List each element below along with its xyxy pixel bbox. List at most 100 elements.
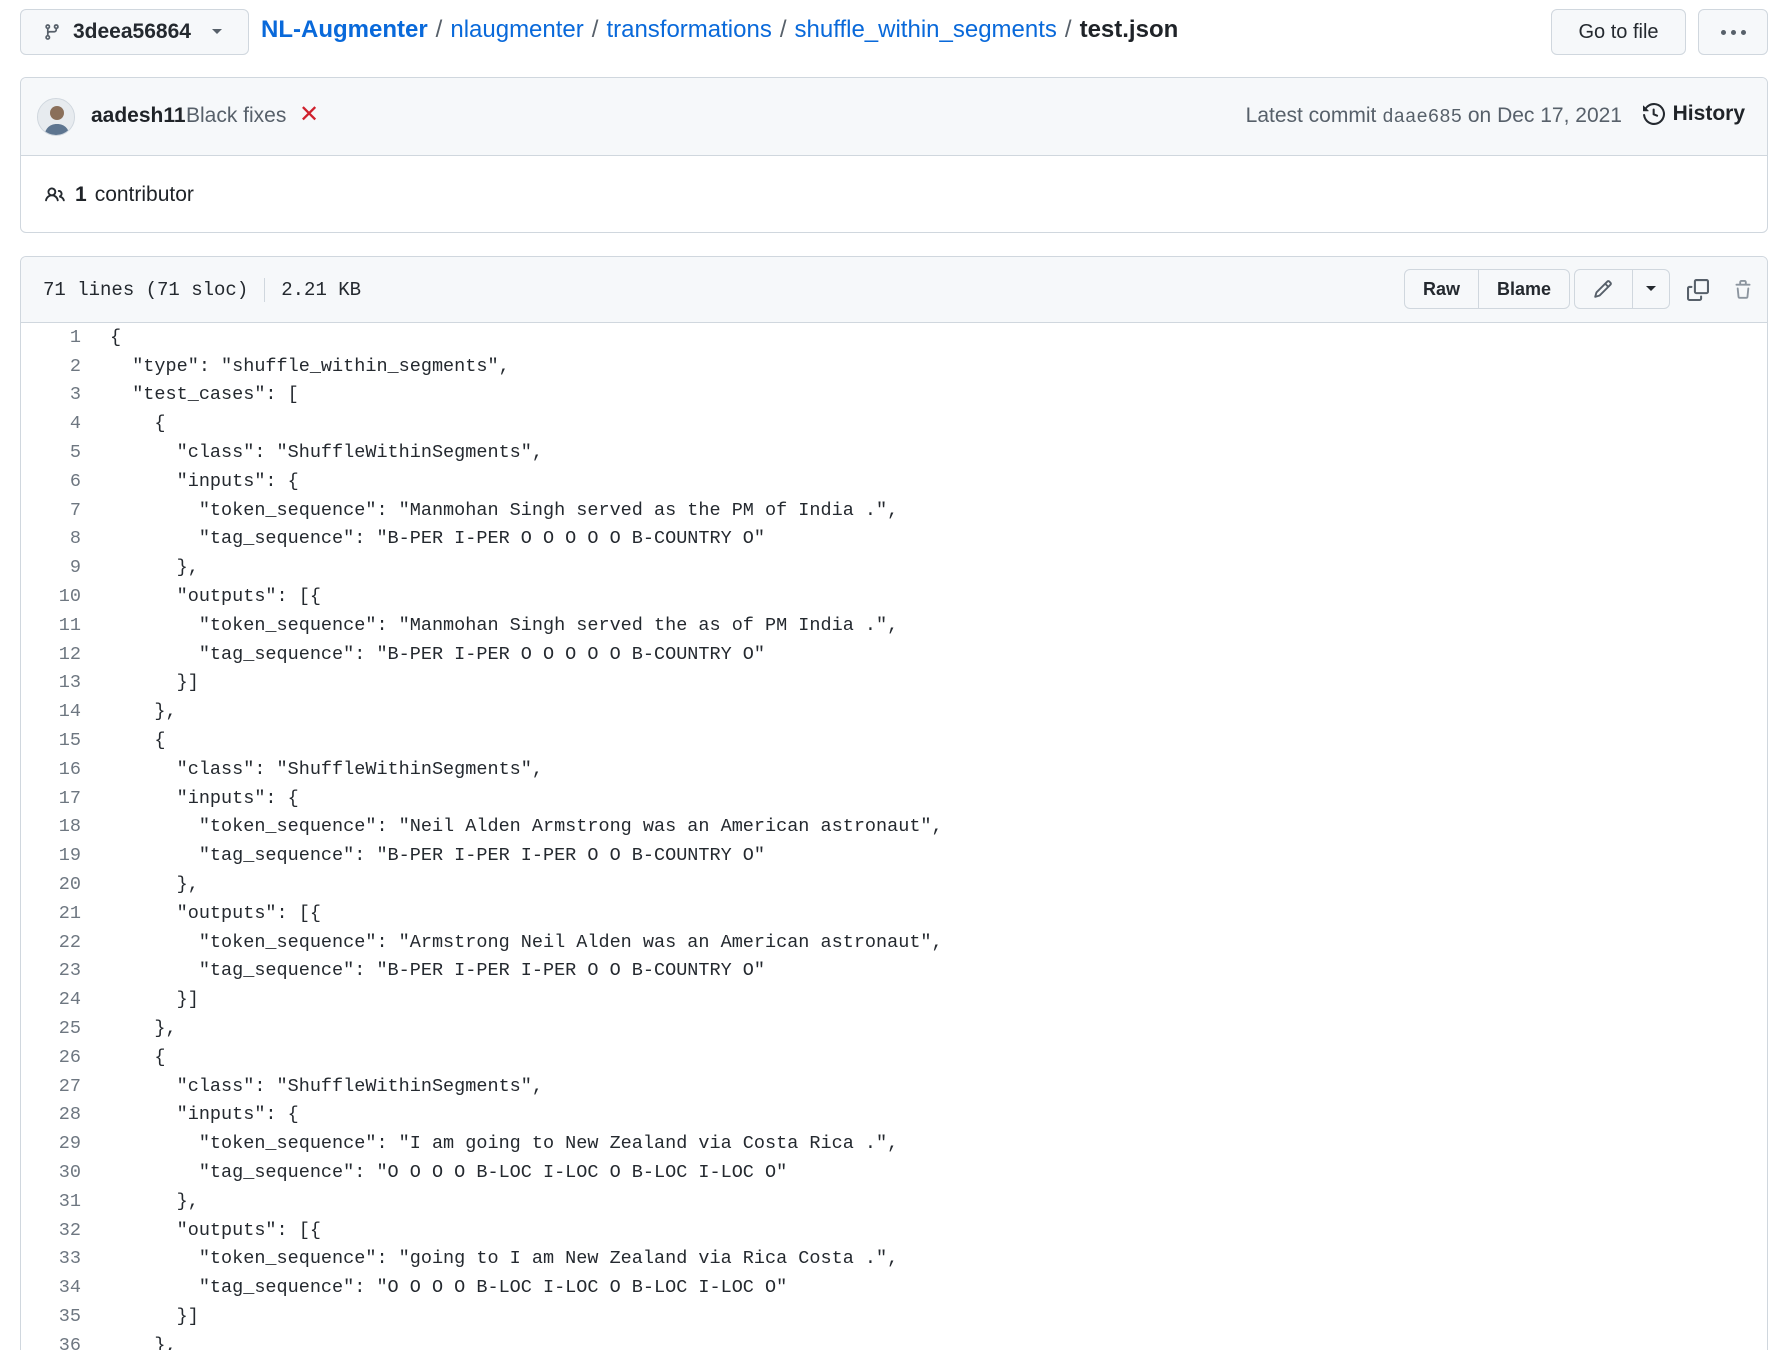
line-number[interactable]: 18 <box>21 816 81 837</box>
pencil-icon <box>1594 280 1613 298</box>
line-content: }, <box>110 874 199 896</box>
line-number[interactable]: 20 <box>21 874 81 895</box>
code-line: 8 "tag_sequence": "B-PER I-PER O O O O O… <box>21 525 1767 554</box>
code-line: 13 }] <box>21 669 1767 698</box>
line-number[interactable]: 25 <box>21 1018 81 1039</box>
contributor-count: 1 <box>75 183 87 206</box>
line-number[interactable]: 6 <box>21 471 81 492</box>
line-content: "class": "ShuffleWithinSegments", <box>110 758 543 780</box>
line-content: "inputs": { <box>110 470 299 492</box>
line-content: }, <box>110 1334 177 1350</box>
line-number[interactable]: 32 <box>21 1220 81 1241</box>
go-to-file-button[interactable]: Go to file <box>1551 9 1686 55</box>
line-content: }] <box>110 672 199 694</box>
line-content: "class": "ShuffleWithinSegments", <box>110 1075 543 1097</box>
breadcrumb-separator: / <box>779 16 787 43</box>
line-number[interactable]: 14 <box>21 701 81 722</box>
line-number[interactable]: 5 <box>21 442 81 463</box>
commit-sha-link[interactable]: daae685 <box>1382 106 1462 128</box>
line-number[interactable]: 36 <box>21 1335 81 1350</box>
code-line: 1{ <box>21 323 1767 352</box>
delete-file-button[interactable] <box>1728 275 1758 305</box>
line-number[interactable]: 30 <box>21 1162 81 1183</box>
line-number[interactable]: 21 <box>21 903 81 924</box>
line-content: }, <box>110 557 199 579</box>
line-number[interactable]: 15 <box>21 730 81 751</box>
line-content: "outputs": [{ <box>110 586 321 608</box>
breadcrumb-link-transformations[interactable]: transformations <box>606 16 771 44</box>
line-content: "outputs": [{ <box>110 1219 321 1241</box>
file-size: 2.21 KB <box>281 279 362 301</box>
line-content: }, <box>110 701 177 723</box>
line-number[interactable]: 3 <box>21 384 81 405</box>
line-number[interactable]: 31 <box>21 1191 81 1212</box>
code-line: 7 "token_sequence": "Manmohan Singh serv… <box>21 496 1767 525</box>
code-line: 33 "token_sequence": "going to I am New … <box>21 1245 1767 1274</box>
kebab-dot-icon <box>1720 29 1726 35</box>
line-number[interactable]: 9 <box>21 557 81 578</box>
line-number[interactable]: 2 <box>21 356 81 377</box>
line-number[interactable]: 10 <box>21 586 81 607</box>
line-number[interactable]: 12 <box>21 644 81 665</box>
line-number[interactable]: 1 <box>21 327 81 348</box>
history-link[interactable]: History <box>1642 102 1745 126</box>
line-number[interactable]: 13 <box>21 672 81 693</box>
line-number[interactable]: 35 <box>21 1306 81 1327</box>
line-number[interactable]: 34 <box>21 1277 81 1298</box>
breadcrumb-link-shuffle-within-segments[interactable]: shuffle_within_segments <box>795 16 1057 44</box>
line-number[interactable]: 33 <box>21 1248 81 1269</box>
line-number[interactable]: 16 <box>21 759 81 780</box>
line-number[interactable]: 19 <box>21 845 81 866</box>
raw-button[interactable]: Raw <box>1405 270 1478 308</box>
line-content: "tag_sequence": "B-PER I-PER I-PER O O B… <box>110 960 766 982</box>
line-content: "token_sequence": "Manmohan Singh served… <box>110 614 899 636</box>
caret-down-icon <box>211 29 222 34</box>
line-number[interactable]: 26 <box>21 1047 81 1068</box>
contributors-row[interactable]: 1 contributor <box>21 156 1767 232</box>
line-content: "type": "shuffle_within_segments", <box>110 355 510 377</box>
line-content: "test_cases": [ <box>110 384 299 406</box>
line-content: { <box>110 326 122 348</box>
code-line: 24 }] <box>21 985 1767 1014</box>
line-number[interactable]: 23 <box>21 960 81 981</box>
code-line: 29 "token_sequence": "I am going to New … <box>21 1129 1767 1158</box>
commit-date: on Dec 17, 2021 <box>1467 104 1622 127</box>
edit-file-button[interactable] <box>1575 270 1632 308</box>
blame-button[interactable]: Blame <box>1478 270 1569 308</box>
line-number[interactable]: 17 <box>21 788 81 809</box>
code-line: 11 "token_sequence": "Manmohan Singh ser… <box>21 611 1767 640</box>
line-number[interactable]: 7 <box>21 500 81 521</box>
commit-message-link[interactable]: Black fixes <box>186 104 286 128</box>
line-content: "token_sequence": "going to I am New Zea… <box>110 1248 899 1270</box>
code-line: 28 "inputs": { <box>21 1101 1767 1130</box>
line-number[interactable]: 11 <box>21 615 81 636</box>
breadcrumb-link-nlaugmenter[interactable]: nlaugmenter <box>450 16 583 44</box>
copy-raw-button[interactable] <box>1683 275 1713 305</box>
breadcrumb-separator: / <box>1064 16 1072 43</box>
line-number[interactable]: 27 <box>21 1076 81 1097</box>
line-number[interactable]: 4 <box>21 413 81 434</box>
history-icon <box>1642 103 1665 125</box>
breadcrumb-repo-link[interactable]: NL-Augmenter <box>261 16 428 44</box>
code-line: 3 "test_cases": [ <box>21 381 1767 410</box>
line-content: { <box>110 413 166 435</box>
breadcrumb-separator: / <box>435 16 443 43</box>
more-options-button[interactable] <box>1698 9 1768 55</box>
file-viewer: 71 lines (71 sloc) 2.21 KB Raw Blame 1{2… <box>20 256 1768 1350</box>
kebab-dot-icon <box>1730 29 1736 35</box>
avatar-image-icon <box>38 99 74 135</box>
line-number[interactable]: 22 <box>21 932 81 953</box>
commit-author-link[interactable]: aadesh11 <box>91 104 186 128</box>
line-number[interactable]: 29 <box>21 1133 81 1154</box>
edit-dropdown-button[interactable] <box>1631 270 1669 308</box>
author-avatar[interactable] <box>37 98 75 136</box>
breadcrumb-separator: / <box>591 16 599 43</box>
line-number[interactable]: 28 <box>21 1104 81 1125</box>
line-content: "token_sequence": "Armstrong Neil Alden … <box>110 931 943 953</box>
line-number[interactable]: 8 <box>21 528 81 549</box>
branch-selector-button[interactable]: 3deea56864 <box>20 9 249 55</box>
line-number[interactable]: 24 <box>21 989 81 1010</box>
code-line: 4 { <box>21 409 1767 438</box>
x-icon[interactable]: ✕ <box>299 100 319 129</box>
file-info: 71 lines (71 sloc) 2.21 KB <box>43 278 361 302</box>
